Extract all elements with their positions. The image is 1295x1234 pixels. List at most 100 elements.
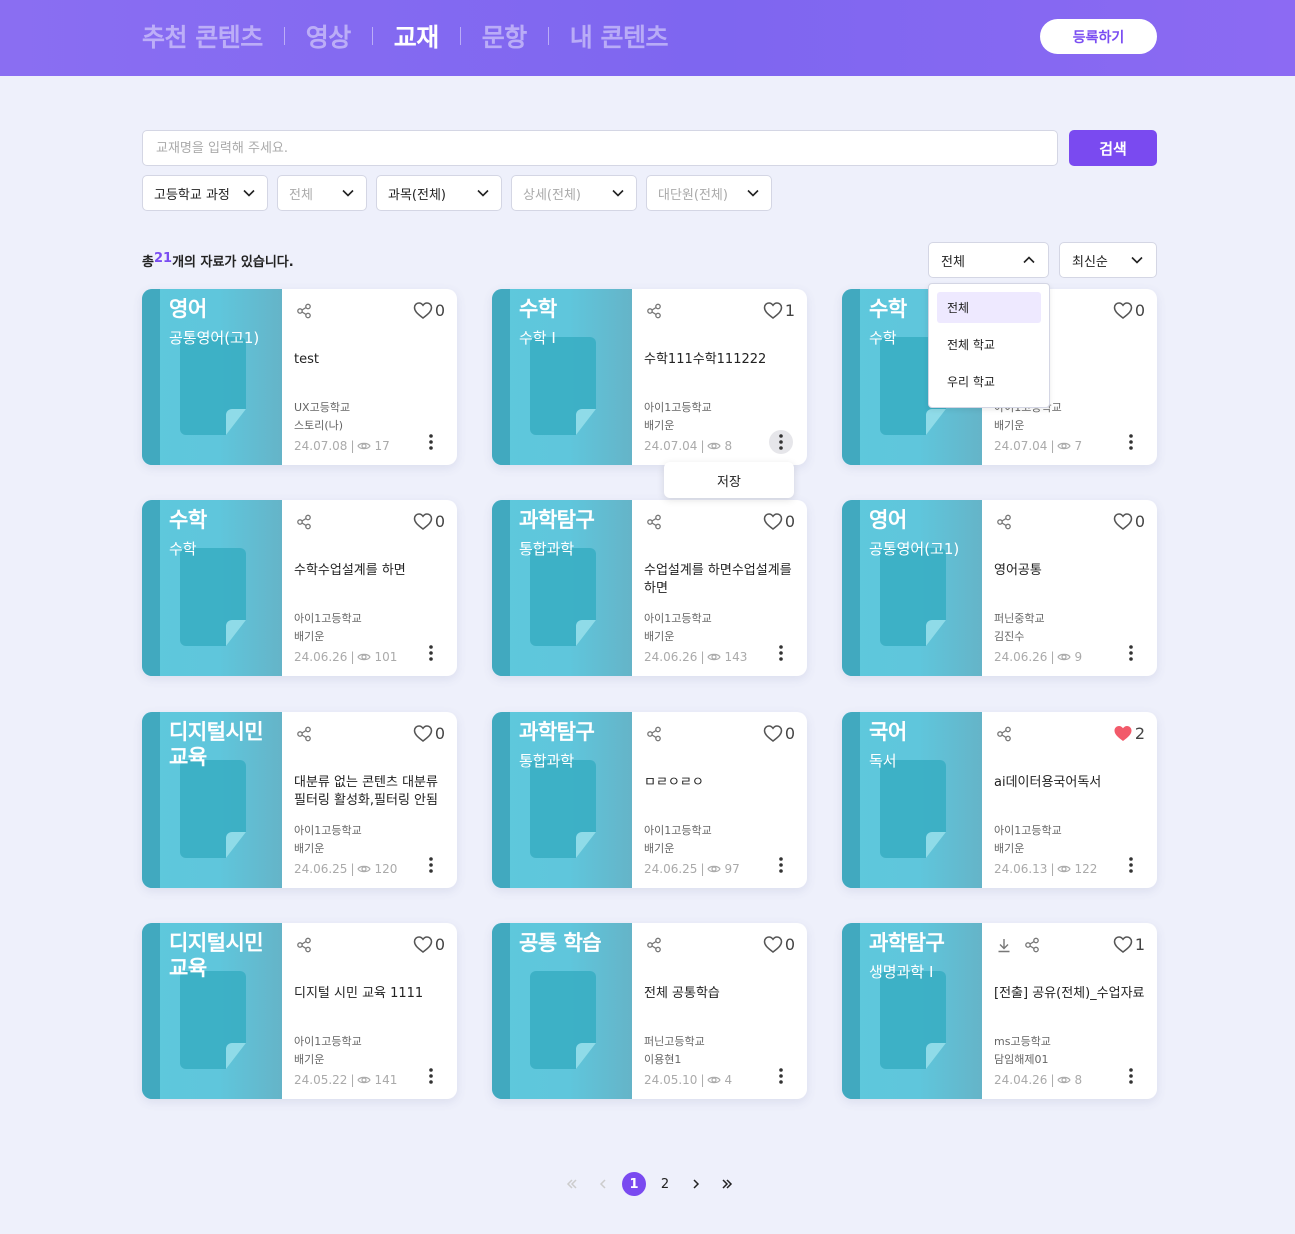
share-icon[interactable] (996, 726, 1012, 742)
like-button[interactable]: 0 (413, 512, 445, 531)
share-icon[interactable] (646, 303, 662, 319)
page-number-button[interactable]: 1 (622, 1172, 646, 1196)
filter-select[interactable]: 과목(전체) (376, 175, 502, 211)
eye-icon (1057, 440, 1072, 452)
scope-option[interactable]: 우리 학교 (937, 366, 1041, 397)
like-button[interactable]: 0 (763, 935, 795, 954)
more-options-button[interactable] (769, 1064, 793, 1088)
card-subject: 디지털시민교육 (169, 931, 264, 980)
filter-select-value: 대단원(전체) (658, 187, 728, 203)
card-subject: 수학 (169, 508, 207, 532)
more-options-button[interactable] (1119, 641, 1143, 665)
like-button[interactable]: 0 (1113, 301, 1145, 320)
last-page-button[interactable] (715, 1172, 739, 1196)
material-card[interactable]: 수학 수학 I 1 수학111수학111222 아이1고등학교 배기운 24.07.04 | 8 (492, 289, 807, 465)
material-card[interactable]: 공통 학습 0 전체 공통학습 퍼닌고등학교 이용현1 24.05.10 | 4 (492, 923, 807, 1099)
filter-select-value: 상세(전체) (523, 187, 581, 203)
more-options-button[interactable] (1119, 853, 1143, 877)
like-button[interactable]: 0 (763, 512, 795, 531)
like-button[interactable]: 1 (1113, 935, 1145, 954)
filter-select[interactable]: 고등학교 과정 (142, 175, 268, 211)
register-button[interactable]: 등록하기 (1040, 19, 1157, 54)
save-menu-item[interactable]: 저장 (664, 462, 794, 498)
card-views: 9 (1074, 650, 1083, 664)
search-button[interactable]: 검색 (1069, 130, 1157, 166)
thumbnail-spine (142, 500, 160, 676)
more-options-button[interactable] (419, 1064, 443, 1088)
material-card[interactable]: 수학 수학 0 수학수업설계를 하면 아이1고등학교 배기운 24.06.26 | 101 (142, 500, 457, 676)
kebab-menu-icon (1129, 434, 1133, 450)
filter-select[interactable]: 상세(전체) (511, 175, 637, 211)
material-card[interactable]: 디지털시민교육 0 디지털 시민 교육 1111 아이1고등학교 배기운 24.05.22… (142, 923, 457, 1099)
scope-option[interactable]: 전체 (937, 292, 1041, 323)
material-card[interactable]: 과학탐구 통합과학 0 수업설계를 하면수업설계를 하면 아이1고등학교 배기운 24.06… (492, 500, 807, 676)
share-icon[interactable] (646, 937, 662, 953)
card-body: 0 영어공통 퍼닌중학교 김진수 24.06.26 | 9 (982, 500, 1157, 676)
thumbnail-spine (142, 712, 160, 888)
more-options-button[interactable] (769, 641, 793, 665)
share-icon[interactable] (1024, 937, 1040, 953)
card-subject: 과학탐구 (519, 720, 595, 744)
more-options-button[interactable] (1119, 430, 1143, 454)
scope-select[interactable]: 전체 (928, 242, 1049, 278)
nav-tab[interactable]: 문항 (482, 18, 528, 54)
more-options-button[interactable] (419, 430, 443, 454)
heart-icon (1113, 724, 1133, 743)
nav-tab[interactable]: 교재 (394, 18, 440, 54)
card-title: 수업설계를 하면수업설계를 하면 (644, 563, 792, 596)
material-card[interactable]: 국어 독서 2 ai데이터용국어독서 아이1고등학교 배기운 24.06.13 | 122 (842, 712, 1157, 888)
share-icon[interactable] (646, 514, 662, 530)
share-icon[interactable] (296, 726, 312, 742)
more-options-button[interactable] (769, 853, 793, 877)
search-input[interactable] (142, 130, 1058, 166)
card-subject: 공통 학습 (519, 931, 602, 955)
scope-option[interactable]: 전체 학교 (937, 329, 1041, 360)
card-meta: 24.06.13 | 122 (994, 862, 1097, 876)
first-page-button[interactable] (560, 1172, 584, 1196)
download-icon[interactable] (996, 937, 1012, 953)
like-button[interactable]: 2 (1113, 724, 1145, 743)
sort-select[interactable]: 최신순 (1059, 242, 1157, 278)
share-icon[interactable] (296, 514, 312, 530)
card-meta: 24.06.26 | 101 (294, 650, 397, 664)
like-button[interactable]: 0 (413, 935, 445, 954)
like-button[interactable]: 0 (413, 724, 445, 743)
more-options-button[interactable] (1119, 1064, 1143, 1088)
material-card[interactable]: 영어 공통영어(고1) 0 영어공통 퍼닌중학교 김진수 24.06.26 | 9 (842, 500, 1157, 676)
more-options-button[interactable] (419, 853, 443, 877)
like-button[interactable]: 0 (763, 724, 795, 743)
more-options-button[interactable] (769, 430, 793, 454)
kebab-menu-icon (779, 1068, 783, 1084)
filter-select[interactable]: 전체 (277, 175, 367, 211)
share-icon[interactable] (996, 514, 1012, 530)
more-options-button[interactable] (419, 641, 443, 665)
eye-icon (357, 440, 372, 452)
nav-tab[interactable]: 내 콘텐츠 (570, 18, 669, 54)
material-card[interactable]: 과학탐구 생명과학 I 1 [전출] 공유(전체)_수업자료 ms고등학교 담임해제01 2… (842, 923, 1157, 1099)
card-title: 수학111수학111222 (644, 352, 767, 367)
document-icon (530, 971, 596, 1069)
eye-icon (707, 1074, 722, 1086)
filter-select[interactable]: 대단원(전체) (646, 175, 772, 211)
prev-page-button[interactable] (591, 1172, 615, 1196)
like-button[interactable]: 1 (763, 301, 795, 320)
card-thumbnail: 디지털시민교육 (142, 712, 282, 888)
nav-tab[interactable]: 영상 (306, 18, 352, 54)
like-button[interactable]: 0 (413, 301, 445, 320)
next-page-button[interactable] (684, 1172, 708, 1196)
eye-icon (357, 863, 372, 875)
meta-separator: | (1050, 862, 1055, 876)
material-card[interactable]: 디지털시민교육 0 대분류 없는 콘텐츠 대분류 필터링 활성화,필터링 안됨 아이1… (142, 712, 457, 888)
material-card[interactable]: 과학탐구 통합과학 0 ㅁㄹㅇㄹㅇ 아이1고등학교 배기운 24.06.25 | 97 (492, 712, 807, 888)
card-views: 97 (724, 862, 740, 876)
share-icon[interactable] (296, 303, 312, 319)
material-card[interactable]: 영어 공통영어(고1) 0 test UX고등학교 스토리(나) 24.07.08 | 17 (142, 289, 457, 465)
kebab-menu-icon (1129, 1068, 1133, 1084)
card-thumbnail: 디지털시민교육 (142, 923, 282, 1099)
share-icon[interactable] (296, 937, 312, 953)
like-button[interactable]: 0 (1113, 512, 1145, 531)
page-number-button[interactable]: 2 (653, 1172, 677, 1196)
nav-tab[interactable]: 추천 콘텐츠 (142, 18, 263, 54)
card-subject: 영어 (169, 297, 207, 321)
share-icon[interactable] (646, 726, 662, 742)
